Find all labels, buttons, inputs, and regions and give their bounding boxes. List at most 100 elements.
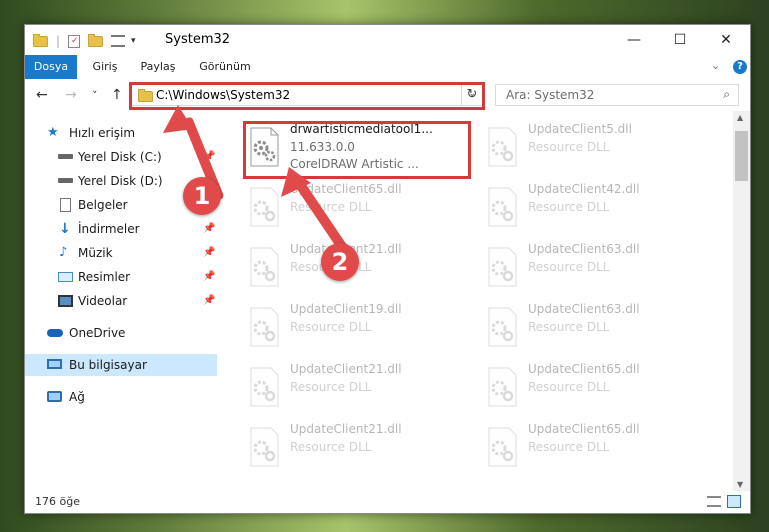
file-name: UpdateClient42.dll bbox=[528, 182, 640, 196]
sidebar-item-label: Ağ bbox=[69, 390, 85, 404]
scrollbar-thumb[interactable] bbox=[735, 131, 748, 181]
file-tile[interactable]: UpdateClient21.dll Resource DLL bbox=[243, 419, 473, 475]
sidebar-item-music[interactable]: ♪ Müzik 📌 bbox=[25, 242, 217, 264]
file-highlight-box bbox=[243, 121, 471, 179]
file-tile[interactable]: UpdateClient21.dll Resource DLL bbox=[243, 359, 473, 415]
ribbon-tabs: Dosya Giriş Paylaş Görünüm ⌄ ? bbox=[25, 55, 750, 80]
sidebar-item-network[interactable]: Ağ bbox=[25, 386, 217, 408]
file-description: Resource DLL bbox=[528, 200, 610, 214]
sidebar-item-videos[interactable]: Videolar 📌 bbox=[25, 290, 217, 312]
recent-locations-button[interactable]: ˅ bbox=[92, 89, 98, 102]
file-tile[interactable]: UpdateClient42.dll Resource DLL bbox=[481, 179, 711, 235]
pin-icon[interactable]: 📌 bbox=[203, 242, 215, 264]
file-description: Resource DLL bbox=[528, 260, 610, 274]
dll-file-icon bbox=[247, 247, 281, 287]
sidebar-item-onedrive[interactable]: OneDrive bbox=[25, 322, 217, 344]
dll-file-icon bbox=[485, 187, 519, 227]
pin-icon[interactable]: 📌 bbox=[203, 218, 215, 240]
file-tile[interactable]: UpdateClient63.dll Resource DLL bbox=[481, 239, 711, 295]
sidebar-item-label: İndirmeler bbox=[78, 222, 140, 236]
sidebar-item-pictures[interactable]: Resimler 📌 bbox=[25, 266, 217, 288]
file-tile[interactable]: UpdateClient5.dll Resource DLL bbox=[481, 119, 711, 175]
pin-icon[interactable]: 📌 bbox=[203, 266, 215, 288]
tab-dosya[interactable]: Dosya bbox=[25, 55, 77, 79]
file-description: Resource DLL bbox=[290, 200, 372, 214]
file-tile[interactable]: UpdateClient63.dll Resource DLL bbox=[481, 299, 711, 355]
dll-file-icon bbox=[247, 307, 281, 347]
network-icon bbox=[47, 391, 62, 402]
download-icon: ↓ bbox=[59, 221, 71, 237]
large-icons-view-icon[interactable] bbox=[727, 495, 741, 508]
search-input[interactable]: Ara: System32 ⌕ bbox=[495, 84, 739, 106]
pin-icon[interactable]: 📌 bbox=[203, 290, 215, 312]
sidebar-item-label: Hızlı erişim bbox=[69, 126, 136, 140]
file-name: UpdateClient63.dll bbox=[528, 302, 640, 316]
customize-toolbar-chevron-icon[interactable]: ▾ bbox=[131, 36, 136, 46]
sidebar-item-label: Videolar bbox=[78, 294, 128, 308]
file-description: Resource DLL bbox=[528, 140, 610, 154]
tab-paylas[interactable]: Paylaş bbox=[133, 55, 183, 79]
minimize-button[interactable]: — bbox=[611, 25, 657, 55]
sidebar-item-label: Belgeler bbox=[78, 198, 128, 212]
dll-file-icon bbox=[247, 427, 281, 467]
navigation-pane: ★ Hızlı erişim Yerel Disk (C:) 📌 Yerel D… bbox=[25, 111, 217, 477]
sidebar-item-label: Resimler bbox=[78, 270, 131, 284]
sidebar-item-this-pc[interactable]: Bu bilgisayar bbox=[25, 354, 217, 376]
chevron-down-icon[interactable]: ⌄ bbox=[711, 59, 720, 72]
file-name: UpdateClient21.dll bbox=[290, 362, 402, 376]
sidebar-item-label: Yerel Disk (C:) bbox=[78, 150, 162, 164]
file-explorer-window: | ✓ ▾ System32 — ☐ ✕ Dosya Giriş Paylaş … bbox=[24, 24, 751, 514]
file-name: UpdateClient19.dll bbox=[290, 302, 402, 316]
file-description: Resource DLL bbox=[528, 380, 610, 394]
sidebar-item-label: Bu bilgisayar bbox=[69, 358, 147, 372]
up-button[interactable]: ↑ bbox=[111, 87, 123, 103]
sidebar-item-label: OneDrive bbox=[69, 326, 126, 340]
annotation-badge-1: 1 bbox=[183, 177, 221, 215]
sidebar-item-local-disk-c[interactable]: Yerel Disk (C:) 📌 bbox=[25, 146, 217, 168]
music-icon: ♪ bbox=[59, 245, 68, 260]
properties-icon[interactable]: ✓ bbox=[68, 34, 81, 48]
dll-file-icon bbox=[485, 127, 519, 167]
document-icon bbox=[60, 198, 71, 212]
view-icon[interactable] bbox=[111, 35, 126, 47]
star-icon: ★ bbox=[47, 125, 59, 140]
vertical-scrollbar[interactable]: ▲ ▼ bbox=[733, 111, 750, 491]
sidebar-item-downloads[interactable]: ↓ İndirmeler 📌 bbox=[25, 218, 217, 240]
folder-icon[interactable] bbox=[33, 33, 48, 47]
file-name: UpdateClient5.dll bbox=[528, 122, 632, 136]
forward-button[interactable]: → bbox=[65, 87, 77, 103]
drive-icon bbox=[58, 178, 73, 183]
new-folder-icon[interactable] bbox=[88, 33, 104, 47]
dll-file-icon bbox=[485, 367, 519, 407]
drive-icon bbox=[58, 154, 73, 159]
tab-gorunum[interactable]: Görünüm bbox=[193, 55, 257, 79]
file-tile[interactable]: UpdateClient65.dll Resource DLL bbox=[481, 359, 711, 415]
sidebar-item-label: Müzik bbox=[78, 246, 113, 260]
toolbar-divider: | bbox=[56, 34, 61, 48]
scroll-down-icon[interactable]: ▼ bbox=[737, 480, 743, 489]
file-description: Resource DLL bbox=[290, 320, 372, 334]
arrow-head-icon bbox=[163, 105, 193, 133]
file-description: Resource DLL bbox=[528, 440, 610, 454]
help-icon[interactable]: ? bbox=[733, 60, 747, 74]
file-tile[interactable]: UpdateClient65.dll Resource DLL bbox=[481, 419, 711, 475]
back-button[interactable]: ← bbox=[36, 87, 48, 103]
close-button[interactable]: ✕ bbox=[703, 25, 749, 55]
file-description: Resource DLL bbox=[290, 440, 372, 454]
details-view-icon[interactable] bbox=[707, 496, 721, 507]
maximize-button[interactable]: ☐ bbox=[657, 25, 703, 55]
search-icon[interactable]: ⌕ bbox=[723, 87, 730, 102]
tab-giris[interactable]: Giriş bbox=[83, 55, 127, 79]
status-bar: 176 öğe bbox=[25, 491, 750, 513]
window-title: System32 bbox=[165, 32, 231, 47]
annotation-badge-2: 2 bbox=[321, 243, 359, 281]
file-tile[interactable]: UpdateClient19.dll Resource DLL bbox=[243, 299, 473, 355]
video-icon bbox=[58, 295, 73, 307]
file-tile[interactable]: UpdateClient65.dll Resource DLL bbox=[243, 179, 473, 235]
search-placeholder: Ara: System32 bbox=[506, 88, 595, 102]
scroll-up-icon[interactable]: ▲ bbox=[737, 113, 743, 122]
file-name: UpdateClient65.dll bbox=[528, 422, 640, 436]
dll-file-icon bbox=[247, 367, 281, 407]
file-description: Resource DLL bbox=[290, 380, 372, 394]
dll-file-icon bbox=[485, 307, 519, 347]
